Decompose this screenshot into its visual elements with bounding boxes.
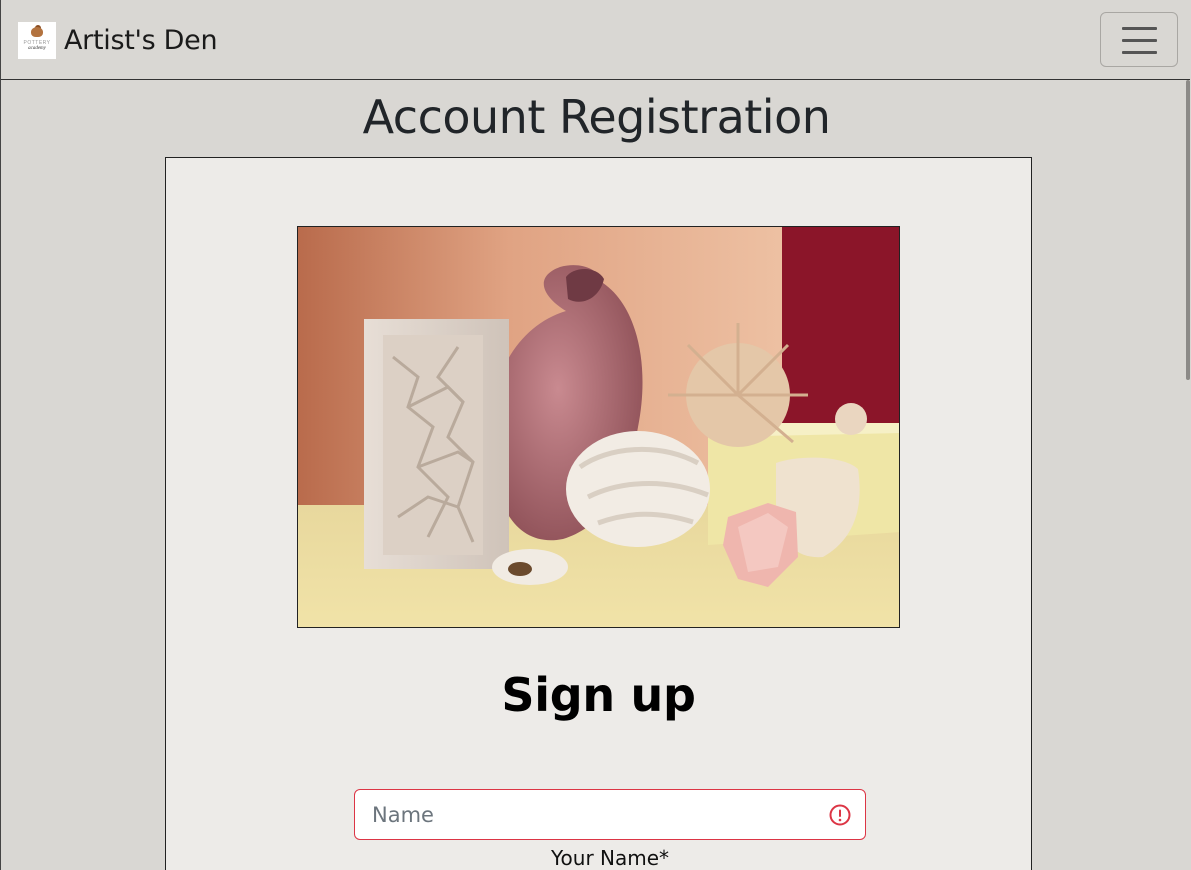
navbar: POTTERY academy Artist's Den	[1, 0, 1190, 80]
name-field-label: Your Name*	[550, 846, 670, 870]
navbar-toggler-button[interactable]	[1100, 12, 1178, 67]
registration-card: Sign up Your Name*	[165, 157, 1032, 870]
logo-text-bottom: academy	[28, 45, 46, 51]
signup-heading: Sign up	[501, 668, 696, 722]
name-input[interactable]	[354, 789, 866, 840]
error-circle-icon	[829, 804, 851, 826]
brand-name: Artist's Den	[64, 24, 218, 56]
page: POTTERY academy Artist's Den Account Reg…	[0, 0, 1191, 870]
page-title: Account Registration	[362, 90, 831, 144]
hero-image	[297, 226, 900, 628]
name-field-wrapper	[354, 789, 866, 840]
brand-link[interactable]: POTTERY academy Artist's Den	[18, 21, 218, 59]
brand-logo: POTTERY academy	[18, 21, 56, 59]
